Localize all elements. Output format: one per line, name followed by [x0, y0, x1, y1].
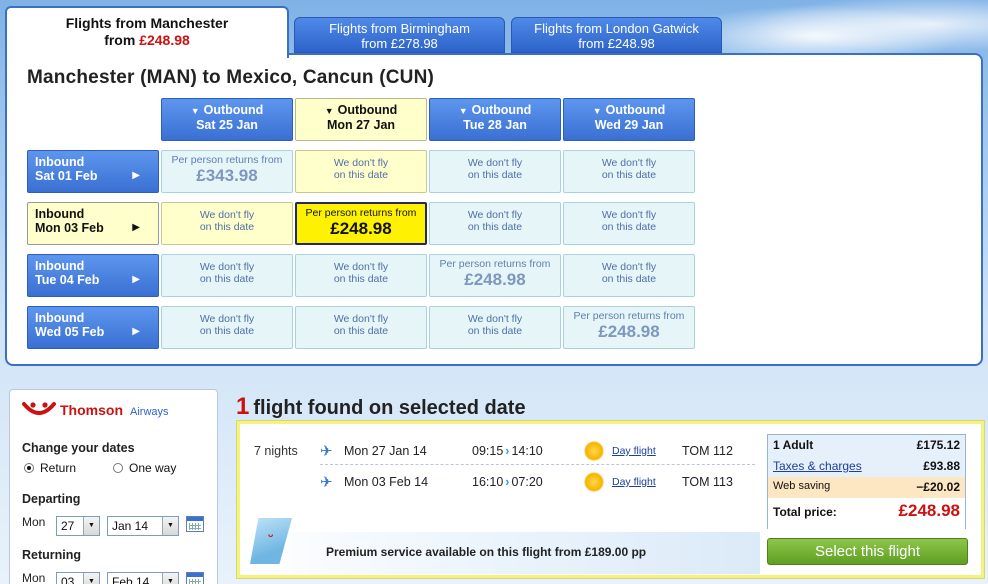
web-saving-row: Web saving −£20.02: [768, 477, 965, 498]
tab-gatwick-price: from £248.98: [578, 36, 655, 51]
leg-divider: [320, 464, 755, 465]
thomson-logo: Thomson Airways: [22, 400, 169, 420]
price-breakdown: 1 Adult £175.12 Taxes & charges £93.88 Web…: [767, 434, 966, 529]
fare-cell-unavailable: We don't fly on this date: [429, 202, 561, 245]
fare-cell[interactable]: Per person returns from £343.98: [161, 150, 293, 193]
outbound-header-sat-25-jan[interactable]: ▼ Outbound Sat 25 Jan: [161, 98, 293, 141]
tab-london-gatwick[interactable]: Flights from London Gatwick from £248.98: [511, 17, 722, 53]
premium-promo-text: Premium service available on this flight…: [326, 545, 647, 559]
radio-icon: [113, 463, 123, 473]
chevron-down-icon: ▼: [162, 517, 178, 535]
sun-icon: [584, 472, 604, 492]
fare-cell[interactable]: Per person returns from £248.98: [563, 306, 695, 349]
radio-selected-icon: [24, 463, 34, 473]
return-radio[interactable]: Return: [24, 461, 76, 475]
fare-cell[interactable]: Per person returns from £248.98: [429, 254, 561, 297]
fare-cell-unavailable: We don't fly on this date: [429, 306, 561, 349]
departing-heading: Departing: [22, 492, 81, 506]
returning-day-select[interactable]: 03 ▼: [56, 572, 100, 584]
triangle-down-icon: ▼: [190, 106, 200, 116]
day-flight-link[interactable]: Day flight: [612, 445, 656, 457]
fare-cell-selected[interactable]: Per person returns from £248.98: [295, 202, 427, 245]
plane-icon: ✈: [320, 443, 333, 460]
returning-heading: Returning: [22, 548, 82, 562]
route-title: Manchester (MAN) to Mexico, Cancun (CUN): [27, 67, 435, 88]
taxes-charges-link[interactable]: Taxes & charges: [773, 459, 862, 473]
tab-gatwick-title: Flights from London Gatwick: [534, 21, 699, 36]
nights-label: 7 nights: [254, 444, 298, 458]
outbound-header-wed-29-jan[interactable]: ▼ Outbound Wed 29 Jan: [563, 98, 695, 141]
fare-cell-unavailable: We don't fly on this date: [161, 202, 293, 245]
triangle-down-icon: ▼: [592, 106, 602, 116]
inbound-header-mon-03-feb[interactable]: Inbound Mon 03 Feb ▶: [27, 202, 159, 245]
sky-clouds: [700, 0, 988, 60]
fare-cell-unavailable: We don't fly on this date: [295, 254, 427, 297]
change-dates-sidebar: Thomson Airways Change your dates Return…: [9, 389, 218, 584]
plane-icon: ✈: [320, 474, 333, 491]
departing-day-select[interactable]: 27 ▼: [56, 516, 100, 536]
tab-manchester-price: £248.98: [139, 32, 190, 48]
tab-birmingham[interactable]: Flights from Birmingham from £278.98: [294, 17, 505, 53]
one-way-radio[interactable]: One way: [113, 461, 176, 475]
triangle-right-icon: ▶: [132, 274, 140, 285]
total-price: £248.98: [898, 501, 960, 520]
tab-manchester-price-line: from £248.98: [104, 32, 190, 48]
outbound-header-mon-27-jan[interactable]: ▼ Outbound Mon 27 Jan: [295, 98, 427, 141]
fare-cell-unavailable: We don't fly on this date: [563, 254, 695, 297]
thomson-smile-icon: [22, 402, 56, 415]
fare-cell-unavailable: We don't fly on this date: [563, 202, 695, 245]
returning-weekday: Mon: [22, 571, 46, 584]
fare-cell-unavailable: We don't fly on this date: [295, 150, 427, 193]
total-price-row: Total price: £248.98: [768, 498, 965, 529]
inbound-header-wed-05-feb[interactable]: Inbound Wed 05 Feb ▶: [27, 306, 159, 349]
taxes-row: Taxes & charges £93.88: [768, 456, 965, 477]
fare-cell-unavailable: We don't fly on this date: [295, 306, 427, 349]
outbound-header-tue-28-jan[interactable]: ▼ Outbound Tue 28 Jan: [429, 98, 561, 141]
day-flight-link[interactable]: Day flight: [612, 476, 656, 488]
calendar-icon[interactable]: [186, 572, 204, 584]
triangle-down-icon: ▼: [458, 106, 468, 116]
tab-manchester-title: Flights from Manchester: [65, 15, 229, 31]
sun-icon: [584, 441, 604, 461]
flight-result-card: 7 nights ✈ Mon 27 Jan 14 09:15 › 14:10 Day…: [236, 420, 985, 579]
tab-manchester[interactable]: Flights from Manchester from £248.98: [5, 6, 289, 58]
fare-cell-unavailable: We don't fly on this date: [161, 306, 293, 349]
outbound-leg: ✈ Mon 27 Jan 14 09:15 › 14:10 Day flight T…: [320, 441, 733, 461]
inbound-header-tue-04-feb[interactable]: Inbound Tue 04 Feb ▶: [27, 254, 159, 297]
triangle-right-icon: ▶: [132, 326, 140, 337]
departing-month-select[interactable]: Jan 14 ▼: [107, 516, 179, 536]
calendar-icon[interactable]: [186, 516, 204, 532]
chevron-down-icon: ▼: [83, 517, 99, 535]
change-dates-heading: Change your dates: [22, 441, 135, 455]
triangle-right-icon: ▶: [132, 170, 140, 181]
inbound-header-sat-01-feb[interactable]: Inbound Sat 01 Feb ▶: [27, 150, 159, 193]
fare-cell-unavailable: We don't fly on this date: [563, 150, 695, 193]
tab-birmingham-title: Flights from Birmingham: [329, 21, 470, 36]
chevron-down-icon: ▼: [162, 573, 178, 584]
fare-cell-unavailable: We don't fly on this date: [161, 254, 293, 297]
adult-price-row: 1 Adult £175.12: [768, 435, 965, 456]
results-heading: 1 flight found on selected date: [236, 393, 526, 420]
triangle-right-icon: ▶: [132, 222, 140, 233]
returning-month-select[interactable]: Feb 14 ▼: [107, 572, 179, 584]
departing-weekday: Mon: [22, 515, 46, 529]
triangle-down-icon: ▼: [324, 106, 334, 116]
date-grid-panel: Manchester (MAN) to Mexico, Cancun (CUN)…: [5, 53, 983, 366]
inbound-leg: ✈ Mon 03 Feb 14 16:10 › 07:20 Day flight T…: [320, 472, 733, 492]
fare-cell-unavailable: We don't fly on this date: [429, 150, 561, 193]
select-flight-button[interactable]: Select this flight: [767, 538, 968, 565]
tab-birmingham-price: from £278.98: [361, 36, 438, 51]
chevron-down-icon: ▼: [83, 573, 99, 584]
